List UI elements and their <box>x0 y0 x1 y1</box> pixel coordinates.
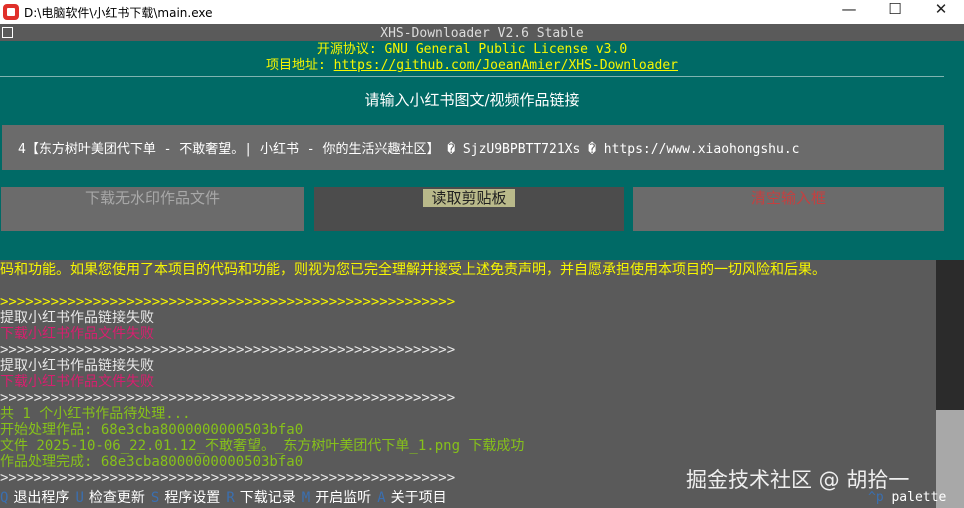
repo-line: 项目地址: https://github.com/JoeanAmier/XHS-… <box>0 58 944 74</box>
window-titlebar: D:\电脑软件\小红书下载\main.exe — ☐ ✕ <box>0 0 964 24</box>
header-divider <box>0 76 944 77</box>
link-input[interactable]: 4【东方树叶美团代下单 - 不敢奢望。| 小红书 - 你的生活兴趣社区】 � S… <box>2 125 944 170</box>
footer-label[interactable]: 退出程序 <box>13 490 69 506</box>
app-title: XHS-Downloader V2.6 Stable <box>380 26 584 41</box>
footer-key-q[interactable]: Q <box>0 490 8 506</box>
log-line: 码和功能。如果您使用了本项目的代码和功能，则视为您已完全理解并接受上述免责声明，… <box>0 262 826 278</box>
log-line: 共 1 个小红书作品待处理... <box>0 406 191 422</box>
paste-clipboard-label: 读取剪贴板 <box>423 189 515 207</box>
repo-link[interactable]: https://github.com/JoeanAmier/XHS-Downlo… <box>334 58 678 73</box>
paste-clipboard-button[interactable]: 读取剪贴板 <box>314 187 624 231</box>
minimize-button[interactable]: — <box>826 0 872 24</box>
log-line: >>>>>>>>>>>>>>>>>>>>>>>>>>>>>>>>>>>>>>>>… <box>0 294 456 310</box>
footer-key-r[interactable]: R <box>226 490 234 506</box>
footer-label[interactable]: 检查更新 <box>89 490 145 506</box>
repo-label: 项目地址: <box>265 58 334 73</box>
clear-input-button[interactable]: 清空输入框 <box>633 187 944 231</box>
footer-key-a[interactable]: A <box>377 490 385 506</box>
footer-label[interactable]: 程序设置 <box>164 490 220 506</box>
log-line: 下载小红书作品文件失败 <box>0 374 154 390</box>
close-button[interactable]: ✕ <box>918 0 964 24</box>
input-prompt: 请输入小红书图文/视频作品链接 <box>364 91 580 109</box>
footer-key-m[interactable]: M <box>302 490 310 506</box>
footer-label[interactable]: 下载记录 <box>240 490 296 506</box>
watermark: 掘金技术社区 @ 胡拾一 <box>686 468 910 492</box>
log-line: 开始处理作品: 68e3cba8000000000503bfa0 <box>0 422 304 438</box>
window-title: D:\电脑软件\小红书下载\main.exe <box>24 6 213 20</box>
footer-key-u[interactable]: U <box>75 490 83 506</box>
footer-label[interactable]: 关于项目 <box>391 490 447 506</box>
log-line: >>>>>>>>>>>>>>>>>>>>>>>>>>>>>>>>>>>>>>>>… <box>0 390 456 406</box>
log-line: >>>>>>>>>>>>>>>>>>>>>>>>>>>>>>>>>>>>>>>>… <box>0 342 456 358</box>
log-line: 下载小红书作品文件失败 <box>0 326 154 342</box>
link-input-value: 4【东方树叶美团代下单 - 不敢奢望。| 小红书 - 你的生活兴趣社区】 � S… <box>18 142 800 157</box>
license-text: 开源协议: GNU General Public License v3.0 <box>316 42 628 57</box>
download-button[interactable]: 下载无水印作品文件 <box>1 187 304 231</box>
footer-key-s[interactable]: S <box>151 490 159 506</box>
footer-label[interactable]: 开启监听 <box>315 490 371 506</box>
log-line: 提取小红书作品链接失败 <box>0 310 154 326</box>
maximize-button[interactable]: ☐ <box>872 0 918 24</box>
log-line: 提取小红书作品链接失败 <box>0 358 154 374</box>
log-output: 码和功能。如果您使用了本项目的代码和功能，则视为您已完全理解并接受上述免责声明，… <box>0 262 944 486</box>
app-icon <box>3 4 19 20</box>
log-line: 文件 2025-10-06_22.01.12_不敢奢望。_东方树叶美团代下单_1… <box>0 438 525 454</box>
